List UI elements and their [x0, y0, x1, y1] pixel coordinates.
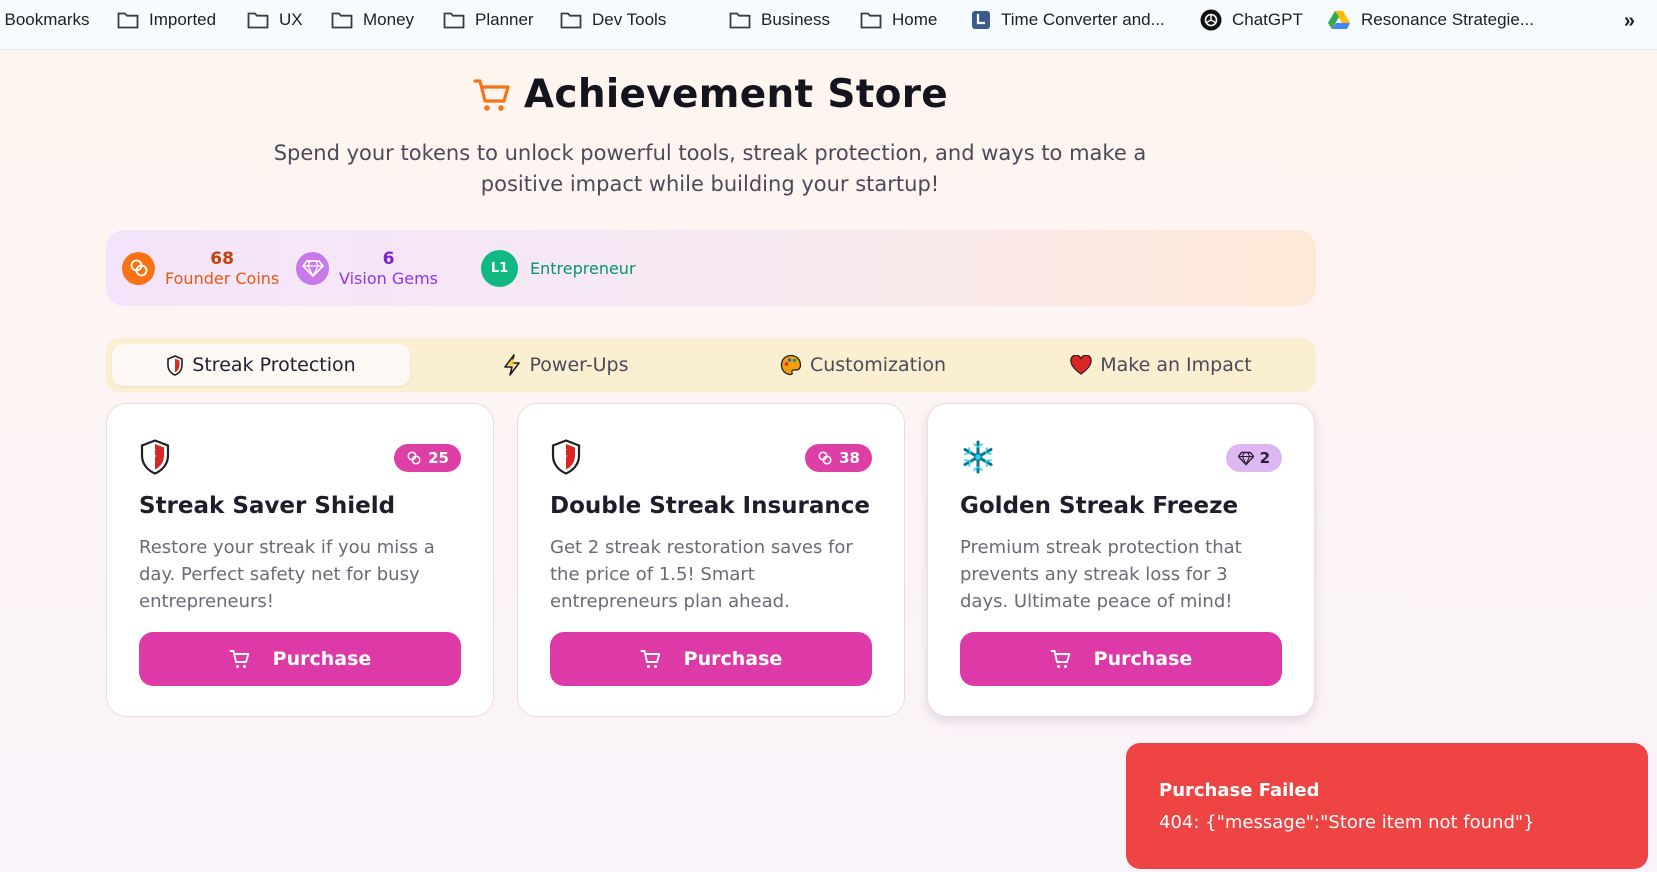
folder-icon — [729, 12, 751, 29]
founder-coins-stat: 68 Founder Coins — [122, 230, 279, 306]
google-drive-icon — [1328, 11, 1350, 29]
shopping-cart-icon — [640, 650, 660, 668]
gem-icon — [1237, 451, 1254, 466]
bookmark-label: Dev Tools — [592, 10, 667, 29]
item-description: Restore your streak if you miss a day. P… — [139, 537, 435, 612]
bookmarks-bar: l Bookmarks Imported UX Money Planner De… — [0, 0, 1657, 50]
store-category-tabs: Streak Protection Power-Ups Customizatio… — [106, 338, 1316, 392]
shopping-cart-icon — [473, 78, 510, 111]
bookmark-label: Resonance Strategie... — [1361, 10, 1534, 29]
item-title: Streak Saver Shield — [139, 493, 396, 519]
store-item-card: 38 Double Streak Insurance Get 2 streak … — [517, 403, 905, 717]
folder-icon — [247, 12, 269, 29]
founder-coins-value: 68 — [210, 248, 234, 269]
tab-customization[interactable]: Customization — [714, 344, 1012, 386]
bookmark-label: Business — [761, 10, 830, 29]
coins-icon — [122, 251, 155, 285]
lightning-icon — [503, 354, 520, 376]
folder-icon — [860, 12, 882, 29]
page-title: Achievement Store — [523, 72, 949, 117]
price-value: 2 — [1259, 449, 1270, 467]
toast-message: 404: {"message":"Store item not found"} — [1159, 812, 1535, 833]
tab-label: Power-Ups — [529, 354, 629, 376]
bookmark-label: ChatGPT — [1232, 10, 1303, 29]
shield-icon — [140, 439, 170, 475]
folder-icon — [117, 12, 139, 29]
bookmark-resonance[interactable]: Resonance Strategie... — [1327, 0, 1534, 40]
bookmark-business[interactable]: Business — [729, 0, 830, 40]
tab-label: Customization — [809, 354, 947, 376]
shield-icon — [551, 439, 581, 475]
purchase-button[interactable]: Purchase — [960, 632, 1282, 686]
bookmark-label: l Bookmarks — [0, 10, 90, 29]
purchase-button[interactable]: Purchase — [139, 632, 461, 686]
vision-gems-stat: 6 Vision Gems — [296, 230, 438, 306]
tab-power-ups[interactable]: Power-Ups — [416, 344, 714, 386]
shopping-cart-icon — [229, 650, 249, 668]
palette-icon — [780, 354, 802, 376]
toast-title: Purchase Failed — [1159, 780, 1320, 801]
bookmark-time-converter[interactable]: Time Converter and... — [971, 0, 1165, 40]
store-item-card: 25 Streak Saver Shield Restore your stre… — [106, 403, 494, 717]
bookmark-ux[interactable]: UX — [247, 0, 303, 40]
folder-icon — [443, 12, 465, 29]
folder-icon — [331, 12, 353, 29]
page-subtitle: Spend your tokens to unlock powerful too… — [250, 138, 1170, 200]
bookmark-planner[interactable]: Planner — [443, 0, 534, 40]
bookmark-imported[interactable]: Imported — [117, 0, 216, 40]
purchase-label: Purchase — [272, 648, 372, 670]
more-bookmarks-chevron-icon[interactable]: » — [1624, 10, 1635, 33]
level-label: Entrepreneur — [530, 258, 636, 278]
shopping-cart-icon — [1050, 650, 1070, 668]
tab-streak-protection[interactable]: Streak Protection — [112, 344, 410, 386]
price-value: 38 — [839, 449, 860, 467]
tab-make-an-impact[interactable]: Make an Impact — [1012, 344, 1310, 386]
item-description: Premium streak protection that prevents … — [960, 537, 1242, 612]
bookmark-label: Home — [892, 10, 938, 29]
bookmark-money[interactable]: Money — [331, 0, 414, 40]
bookmark-dev-tools[interactable]: Dev Tools — [560, 0, 666, 40]
price-value: 25 — [428, 449, 449, 467]
wallet-stats-bar: 68 Founder Coins 6 Vision Gems L1 Entrep… — [106, 230, 1316, 306]
snowflake-icon — [962, 440, 994, 474]
item-title: Golden Streak Freeze — [960, 493, 1239, 519]
folder-icon — [560, 12, 582, 29]
level-badge: L1 — [481, 249, 518, 287]
price-badge: 25 — [394, 444, 461, 472]
bookmark-label: Time Converter and... — [1001, 10, 1165, 29]
shield-icon — [167, 354, 184, 376]
tab-label: Make an Impact — [1100, 354, 1252, 376]
tab-label: Streak Protection — [192, 354, 356, 376]
purchase-button[interactable]: Purchase — [550, 632, 872, 686]
bookmark-label: UX — [279, 10, 303, 29]
heart-icon — [1070, 355, 1092, 375]
gem-icon — [296, 251, 329, 285]
founder-coins-label: Founder Coins — [165, 268, 280, 288]
purchase-label: Purchase — [683, 648, 783, 670]
bookmark-all-bookmarks[interactable]: l Bookmarks — [0, 0, 90, 40]
level-stat: L1 Entrepreneur — [481, 230, 636, 306]
item-description: Get 2 streak restoration saves for the p… — [550, 537, 853, 612]
page-header: Achievement Store — [0, 72, 1420, 117]
coins-icon — [818, 451, 832, 465]
vision-gems-value: 6 — [382, 248, 395, 269]
bookmark-label: Imported — [149, 10, 217, 29]
error-toast[interactable]: Purchase Failed 404: {"message":"Store i… — [1126, 743, 1648, 869]
vision-gems-label: Vision Gems — [339, 268, 438, 288]
store-item-card: 2 Golden Streak Freeze Premium streak pr… — [927, 403, 1315, 717]
time-converter-icon — [972, 11, 990, 29]
subtitle-line: Spend your tokens to unlock powerful too… — [273, 141, 1147, 165]
bookmark-home[interactable]: Home — [860, 0, 937, 40]
chatgpt-icon — [1200, 9, 1222, 31]
price-badge: 2 — [1225, 444, 1282, 472]
subtitle-line: positive impact while building your star… — [480, 172, 940, 196]
bookmark-chatgpt[interactable]: ChatGPT — [1200, 0, 1303, 40]
purchase-label: Purchase — [1093, 648, 1193, 670]
bookmark-label: Planner — [475, 10, 534, 29]
coins-icon — [407, 451, 421, 465]
bookmark-label: Money — [363, 10, 415, 29]
price-badge: 38 — [805, 444, 872, 472]
item-title: Double Streak Insurance — [550, 493, 871, 519]
